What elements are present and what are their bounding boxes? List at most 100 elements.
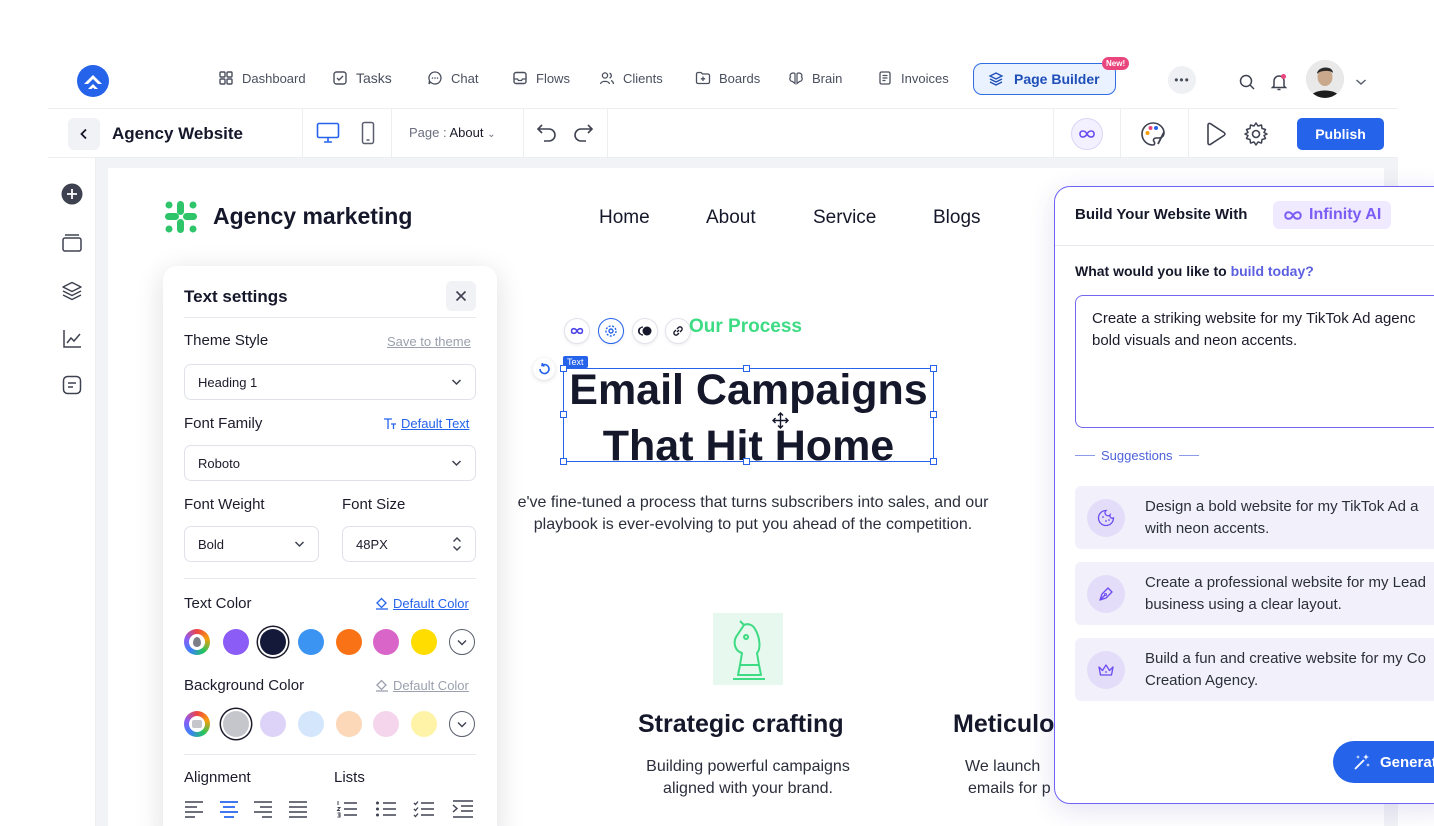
element-settings-button[interactable] — [598, 318, 624, 344]
page-selector[interactable]: Page : About ⌄ — [409, 125, 496, 140]
bg-color-swatch[interactable] — [260, 711, 286, 737]
sections-icon[interactable] — [61, 232, 83, 254]
nav-dashboard[interactable]: Dashboard — [218, 70, 306, 86]
layers-icon — [988, 72, 1004, 86]
avatar[interactable] — [1306, 60, 1344, 98]
preview-play-icon[interactable] — [1205, 122, 1227, 146]
settings-gear-icon[interactable] — [1243, 121, 1269, 147]
mobile-view-icon[interactable] — [361, 121, 375, 145]
bg-color-swatch[interactable] — [223, 711, 249, 737]
ai-rewrite-button[interactable] — [564, 318, 590, 344]
align-right-icon[interactable] — [253, 800, 273, 818]
resize-handle[interactable] — [743, 458, 750, 465]
align-left-icon[interactable] — [184, 800, 204, 818]
suggestion-item[interactable]: Design a bold website for my TikTok Ad a… — [1075, 486, 1434, 549]
nav-label: Invoices — [901, 70, 949, 86]
nav-tasks[interactable]: Tasks — [332, 70, 392, 86]
page-builder-button[interactable]: Page Builder — [973, 63, 1116, 95]
process-label[interactable]: Our Process — [689, 316, 802, 338]
checklist-icon[interactable] — [413, 800, 434, 818]
nav-invoices[interactable]: Invoices — [877, 70, 949, 86]
site-nav-home[interactable]: Home — [599, 207, 650, 229]
resize-handle[interactable] — [930, 458, 937, 465]
bg-default-color-link[interactable]: Default Color — [375, 678, 469, 693]
color-swatch[interactable] — [223, 629, 249, 655]
more-bg-colors-button[interactable] — [449, 711, 475, 737]
infinity-ai-panel: Build Your Website With Infinity AI What… — [1054, 186, 1434, 804]
chevron-down-icon[interactable] — [1355, 77, 1367, 87]
default-text-link[interactable]: Default Text — [383, 416, 469, 431]
card-text: We launch emails for p — [965, 756, 1055, 800]
reset-icon[interactable] — [533, 358, 555, 380]
nav-boards[interactable]: Boards — [695, 70, 760, 86]
bg-color-swatch[interactable] — [336, 711, 362, 737]
link-button[interactable] — [665, 318, 691, 344]
infinity-ai-button[interactable] — [1071, 118, 1103, 150]
forms-icon[interactable] — [61, 374, 83, 396]
brand-logo-icon[interactable] — [164, 200, 198, 234]
color-swatch[interactable] — [336, 629, 362, 655]
align-justify-icon[interactable] — [288, 800, 308, 818]
search-icon[interactable] — [1238, 73, 1256, 91]
resize-handle[interactable] — [743, 365, 750, 372]
numbered-list-icon[interactable] — [336, 800, 357, 818]
more-colors-button[interactable] — [449, 629, 475, 655]
color-swatch[interactable] — [411, 629, 437, 655]
nav-clients[interactable]: Clients — [599, 70, 663, 86]
layers-icon[interactable] — [61, 280, 83, 302]
suggestions-label: Suggestions — [1075, 448, 1199, 463]
card-text: Building powerful campaigns aligned with… — [600, 756, 896, 800]
close-button[interactable] — [446, 281, 476, 311]
default-color-link[interactable]: Default Color — [375, 596, 469, 611]
resize-handle[interactable] — [930, 365, 937, 372]
analytics-chart-icon[interactable] — [61, 328, 83, 350]
site-nav-about[interactable]: About — [706, 207, 756, 229]
suggestion-item[interactable]: Build a fun and creative website for my … — [1075, 638, 1434, 701]
infinity-icon — [1079, 130, 1095, 138]
hero-subtitle-line: playbook is ever-evolving to put you ahe… — [533, 516, 973, 533]
bullet-list-icon[interactable] — [375, 800, 396, 818]
style-toggle-button[interactable] — [632, 318, 658, 344]
site-nav-blogs[interactable]: Blogs — [933, 207, 981, 229]
hero-subtitle[interactable]: e've fine-tuned a process that turns sub… — [478, 492, 1028, 536]
undo-icon[interactable] — [536, 123, 558, 143]
checkbox-icon — [333, 71, 347, 85]
site-nav-service[interactable]: Service — [813, 207, 876, 229]
resize-handle[interactable] — [560, 411, 567, 418]
theme-style-select[interactable]: Heading 1 — [184, 364, 476, 400]
align-center-icon[interactable] — [219, 800, 239, 818]
palette-icon[interactable] — [1139, 120, 1167, 148]
color-swatch[interactable] — [260, 629, 286, 655]
publish-button[interactable]: Publish — [1297, 118, 1384, 150]
font-size-stepper[interactable]: 48PX — [342, 526, 476, 562]
chevron-down-icon — [451, 460, 462, 467]
bg-color-swatch[interactable] — [373, 711, 399, 737]
generate-button[interactable]: Generat — [1333, 741, 1434, 783]
resize-handle[interactable] — [560, 365, 567, 372]
color-swatch[interactable] — [298, 629, 324, 655]
back-button[interactable] — [68, 118, 100, 150]
ai-prompt-input[interactable]: Create a striking website for my TikTok … — [1075, 295, 1434, 428]
color-picker-icon[interactable] — [184, 629, 210, 655]
resize-handle[interactable] — [560, 458, 567, 465]
bell-icon[interactable] — [1269, 72, 1289, 92]
color-swatch[interactable] — [373, 629, 399, 655]
nav-chat[interactable]: Chat — [427, 70, 478, 86]
suggestion-item[interactable]: Create a professional website for my Lea… — [1075, 562, 1434, 625]
save-to-theme-link[interactable]: Save to theme — [387, 334, 471, 349]
app-logo-icon[interactable] — [76, 64, 110, 98]
bg-color-swatch[interactable] — [298, 711, 324, 737]
indent-list-icon[interactable] — [452, 800, 473, 818]
redo-icon[interactable] — [572, 123, 594, 143]
nav-brain[interactable]: Brain — [788, 70, 842, 86]
desktop-view-icon[interactable] — [316, 122, 340, 144]
inbox-icon — [513, 71, 527, 85]
font-family-select[interactable]: Roboto — [184, 445, 476, 481]
more-options-button[interactable]: ••• — [1168, 66, 1196, 94]
bg-color-swatch[interactable] — [411, 711, 437, 737]
nav-flows[interactable]: Flows — [512, 70, 570, 86]
bg-color-picker-icon[interactable] — [184, 711, 210, 737]
resize-handle[interactable] — [930, 411, 937, 418]
font-weight-select[interactable]: Bold — [184, 526, 319, 562]
add-element-icon[interactable] — [61, 183, 83, 205]
